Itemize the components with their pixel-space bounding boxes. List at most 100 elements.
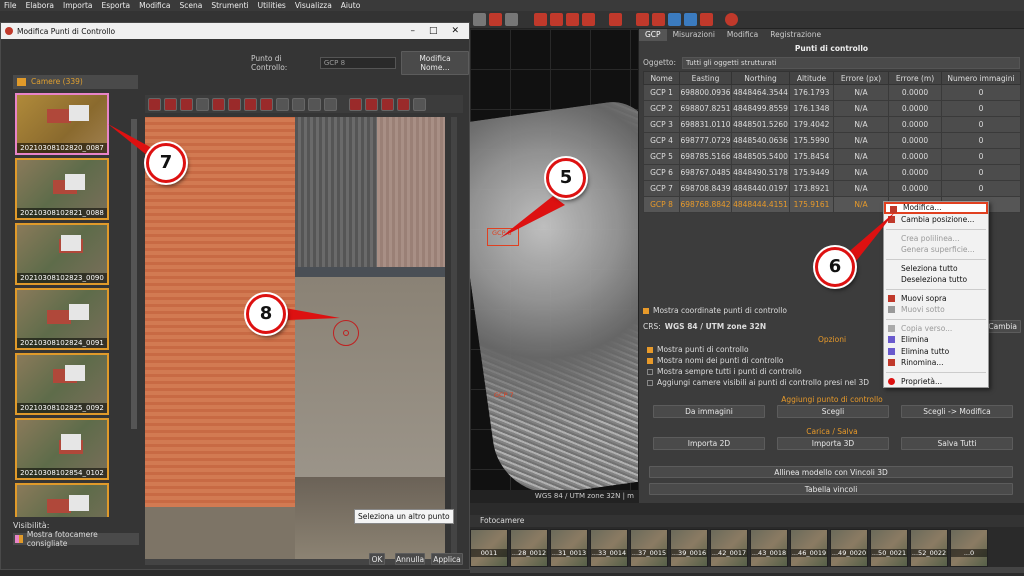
menu-modifica[interactable]: Modifica [139, 1, 170, 10]
camera-thumbnail[interactable]: 20210308102854_0102 [15, 418, 109, 480]
tool-a-icon[interactable] [276, 97, 289, 111]
redo-icon[interactable] [505, 13, 518, 26]
show-coords-checkbox[interactable] [643, 307, 649, 314]
camera-thumbnail[interactable]: 20210308102821_0088 [15, 158, 109, 220]
undo-icon[interactable] [489, 13, 502, 26]
context-menu-item[interactable]: Cambia posizione... [884, 214, 988, 226]
context-menu-item[interactable]: Elimina tutto [884, 346, 988, 358]
option-checkbox[interactable] [647, 346, 653, 353]
table-row[interactable]: GCP 7 698708.8439 4848440.0197 173.8921 N/A 0… [643, 180, 1021, 197]
context-menu-item[interactable]: Deseleziona tutto [884, 274, 988, 286]
minimize-icon[interactable]: – [410, 26, 415, 36]
table-row[interactable]: GCP 2 698807.8251 4848499.8559 176.1348 N/A 0… [643, 100, 1021, 117]
photo-view[interactable] [145, 117, 445, 559]
zoom-out-icon[interactable] [164, 97, 177, 111]
menu-utilities[interactable]: Utilities [258, 1, 286, 10]
align-model-button[interactable]: Allinea modello con Vincoli 3D [649, 466, 1013, 478]
menu-importa[interactable]: Importa [63, 1, 93, 10]
strip-scrollbar[interactable] [470, 567, 1024, 573]
select-point-tooltip[interactable]: Seleziona un altro punto [354, 509, 454, 524]
strip-thumbnail[interactable]: ...33_0014 [590, 529, 628, 567]
save-all-button[interactable]: Salva Tutti [901, 437, 1013, 450]
rename-button[interactable]: Modifica Nome... [400, 51, 469, 75]
marker-square-icon[interactable] [381, 97, 394, 111]
chart-icon[interactable] [609, 13, 622, 26]
measure-icon[interactable] [566, 13, 579, 26]
table-row[interactable]: GCP 1 698800.0936 4848464.3544 176.1793 N/A 0… [643, 84, 1021, 101]
strip-thumbnail[interactable]: ...39_0016 [670, 529, 708, 567]
box-icon[interactable] [684, 13, 697, 26]
camera-thumbnail[interactable]: 20210308102820_0087 [15, 93, 109, 155]
context-menu-item[interactable]: Proprietà... [884, 376, 988, 388]
strip-thumbnail[interactable]: ...43_0018 [750, 529, 788, 567]
option-checkbox[interactable] [647, 368, 653, 375]
zoom-in-icon[interactable] [148, 97, 161, 111]
menu-aiuto[interactable]: Aiuto [341, 1, 361, 10]
toolbar-cube-icon[interactable] [473, 13, 486, 26]
strip-thumbnail[interactable]: ...37_0015 [630, 529, 668, 567]
strip-thumbnail[interactable]: ...50_0021 [870, 529, 908, 567]
option-row[interactable]: Aggiungi camere visibili ai punti di con… [647, 378, 869, 387]
gear-icon[interactable] [652, 13, 665, 26]
point-icon[interactable] [349, 97, 362, 111]
context-menu-item[interactable]: Elimina [884, 334, 988, 346]
table-row[interactable]: GCP 5 698785.5166 4848505.5400 175.8454 N/A 0… [643, 148, 1021, 165]
option-row[interactable]: Mostra nomi dei punti di controllo [647, 356, 869, 365]
target-move-icon[interactable] [228, 97, 241, 111]
cancel-button[interactable]: Annulla [395, 553, 425, 565]
col-altitude[interactable]: Altitude [789, 71, 834, 85]
camera-thumbnail[interactable]: 20210308102825_0092 [15, 353, 109, 415]
change-crs-button[interactable]: Cambia [984, 320, 1021, 333]
pick-edit-button[interactable]: Scegli -> Modifica [901, 405, 1013, 418]
strip-thumbnail[interactable]: ...46_0019 [790, 529, 828, 567]
trash-icon[interactable] [413, 97, 426, 111]
marker-circle-icon[interactable] [397, 97, 410, 111]
ruler-icon[interactable] [582, 13, 595, 26]
3d-viewport[interactable]: GCP 8 GCP 7 [470, 29, 638, 503]
option-checkbox[interactable] [647, 357, 653, 364]
strip-thumbnail[interactable]: ...42_0017 [710, 529, 748, 567]
camera-thumbnail[interactable]: 20210308102823_0090 [15, 223, 109, 285]
table-row[interactable]: GCP 6 698767.0485 4848490.5178 175.9449 N/A 0… [643, 164, 1021, 181]
fit-icon[interactable] [180, 97, 193, 111]
option-checkbox[interactable] [647, 379, 653, 386]
strip-thumbnail[interactable]: ...0 [950, 529, 988, 567]
close-icon[interactable]: ✕ [451, 26, 459, 36]
table-row[interactable]: GCP 3 698831.0110 4848501.5260 179.4042 N/A 0… [643, 116, 1021, 133]
tab-registrazione[interactable]: Registrazione [764, 29, 827, 41]
tab-gcp[interactable]: GCP [639, 29, 667, 41]
thumbnails-scrollbar[interactable] [131, 119, 137, 429]
col-errore-m[interactable]: Errore (m) [888, 71, 942, 85]
ok-button[interactable]: OK [369, 553, 385, 565]
pick-button[interactable]: Scegli [777, 405, 889, 418]
show-coords-row[interactable]: Mostra coordinate punti di controllo [643, 306, 787, 315]
menu-scena[interactable]: Scena [180, 1, 203, 10]
menu-strumenti[interactable]: Strumenti [211, 1, 248, 10]
context-menu-item[interactable]: Rinomina... [884, 357, 988, 369]
strip-thumbnail[interactable]: ...31_0013 [550, 529, 588, 567]
tab-modifica[interactable]: Modifica [721, 29, 764, 41]
context-menu-item[interactable]: Modifica... [884, 202, 988, 214]
option-row[interactable]: Mostra sempre tutti i punti di controllo [647, 367, 869, 376]
menu-elabora[interactable]: Elabora [26, 1, 54, 10]
tool-c-icon[interactable] [308, 97, 321, 111]
strip-thumbnail[interactable]: 0011 [470, 529, 508, 567]
col-northing[interactable]: Northing [731, 71, 790, 85]
cameras-header[interactable]: Camere (339) [13, 75, 138, 89]
menu-file[interactable]: File [4, 1, 17, 10]
pan-icon[interactable] [196, 97, 209, 111]
strip-thumbnail[interactable]: ...49_0020 [830, 529, 868, 567]
model-icon[interactable] [700, 13, 713, 26]
help-icon[interactable] [725, 13, 738, 26]
menu-esporta[interactable]: Esporta [102, 1, 131, 10]
search-icon[interactable] [260, 97, 273, 111]
col-easting[interactable]: Easting [679, 71, 732, 85]
crop-icon[interactable] [550, 13, 563, 26]
col-nome[interactable]: Nome [643, 71, 680, 85]
target-icon[interactable] [534, 13, 547, 26]
code-icon[interactable] [636, 13, 649, 26]
import-3d-button[interactable]: Importa 3D [777, 437, 889, 450]
menu-visualizza[interactable]: Visualizza [295, 1, 332, 10]
constraints-table-button[interactable]: Tabella vincoli [649, 483, 1013, 495]
camera-thumbnail[interactable] [15, 483, 109, 517]
